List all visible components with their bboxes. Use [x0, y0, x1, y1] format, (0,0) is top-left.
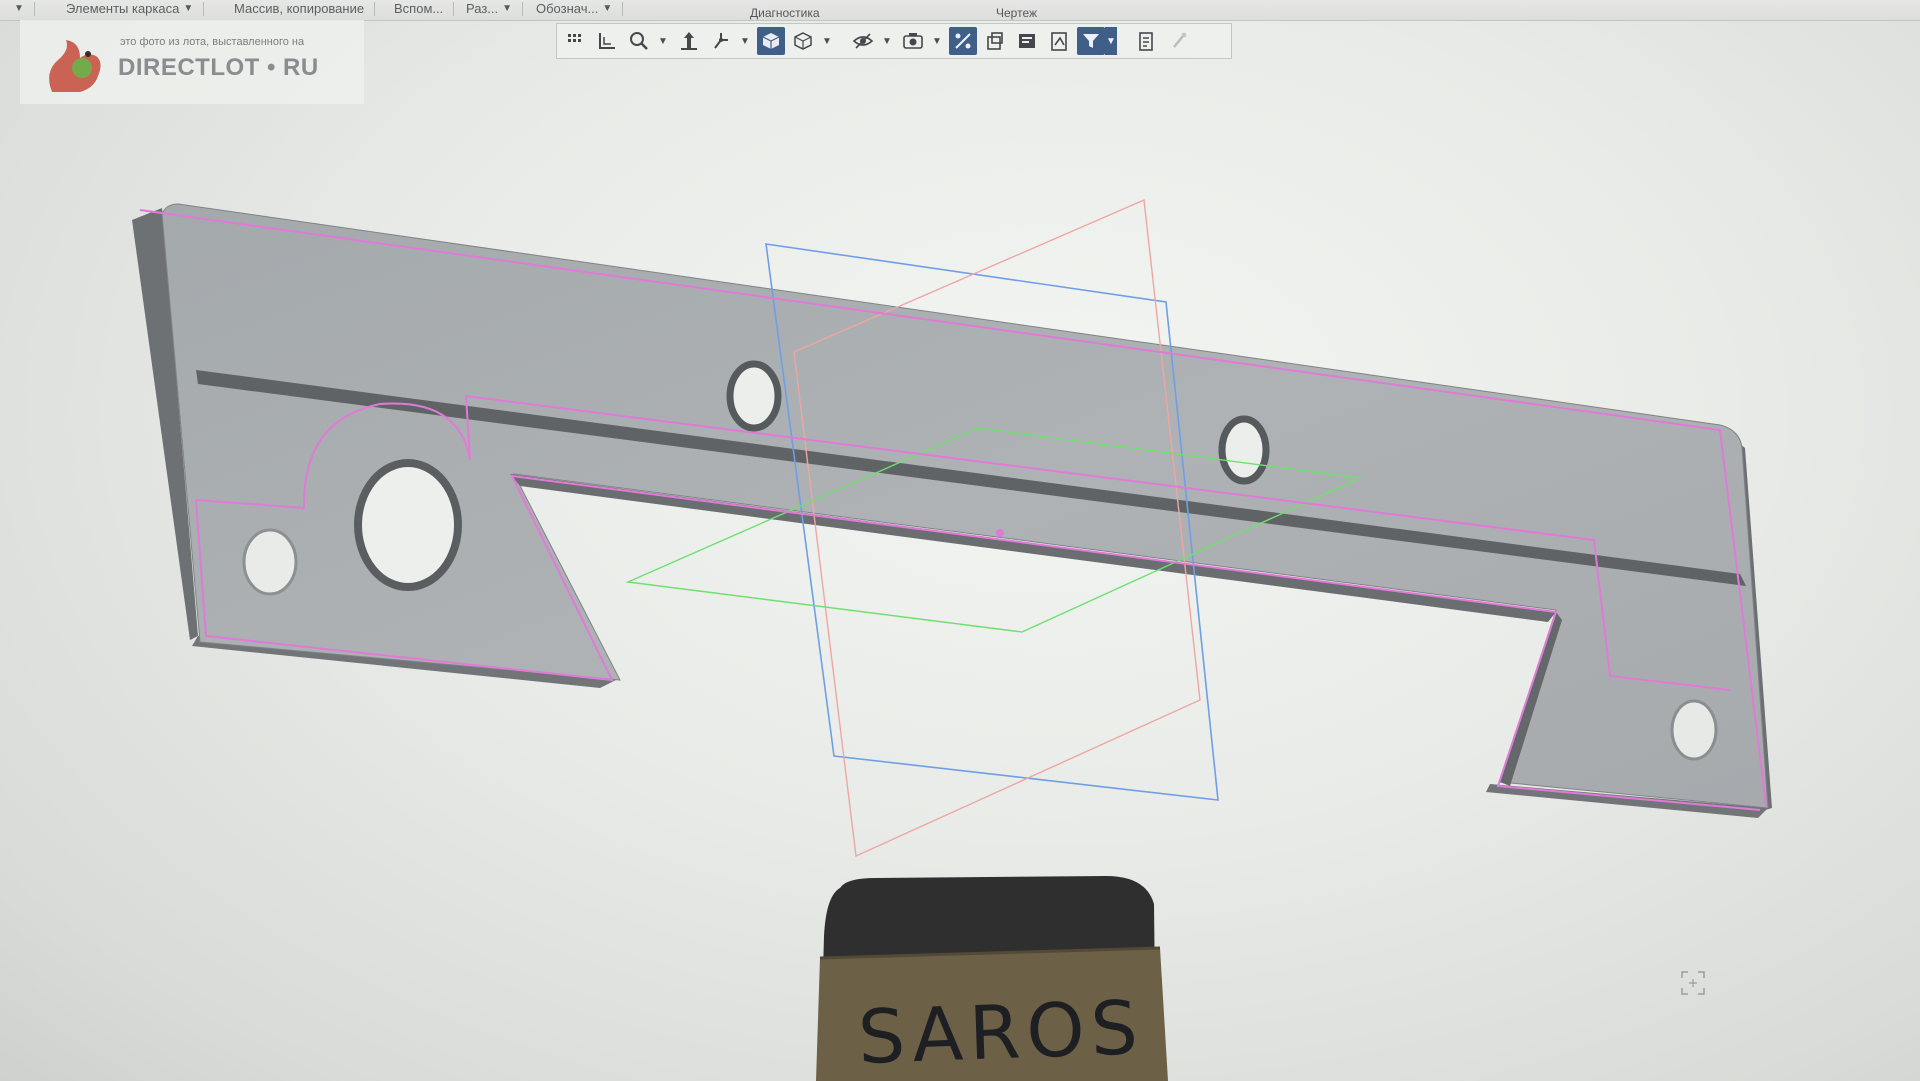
squirrel-logo-icon: [49, 40, 101, 92]
watermark-brand: DIRECTLOT • RU: [118, 54, 319, 81]
watermark: это фото из лота, выставленного на DIREC…: [20, 20, 364, 104]
fit-view-icon[interactable]: [1680, 970, 1706, 996]
hole-upper-middle: [726, 360, 782, 432]
handwritten-label: SAROS: [856, 985, 1146, 1081]
watermark-caption: это фото из лота, выставленного на: [120, 36, 305, 48]
large-hole: [354, 459, 462, 591]
origin-point[interactable]: [996, 529, 1004, 537]
part-plate[interactable]: [132, 203, 1772, 818]
small-hole-left: [242, 528, 298, 596]
hole-upper-right: [1218, 415, 1270, 485]
small-hole-right: [1670, 699, 1718, 761]
